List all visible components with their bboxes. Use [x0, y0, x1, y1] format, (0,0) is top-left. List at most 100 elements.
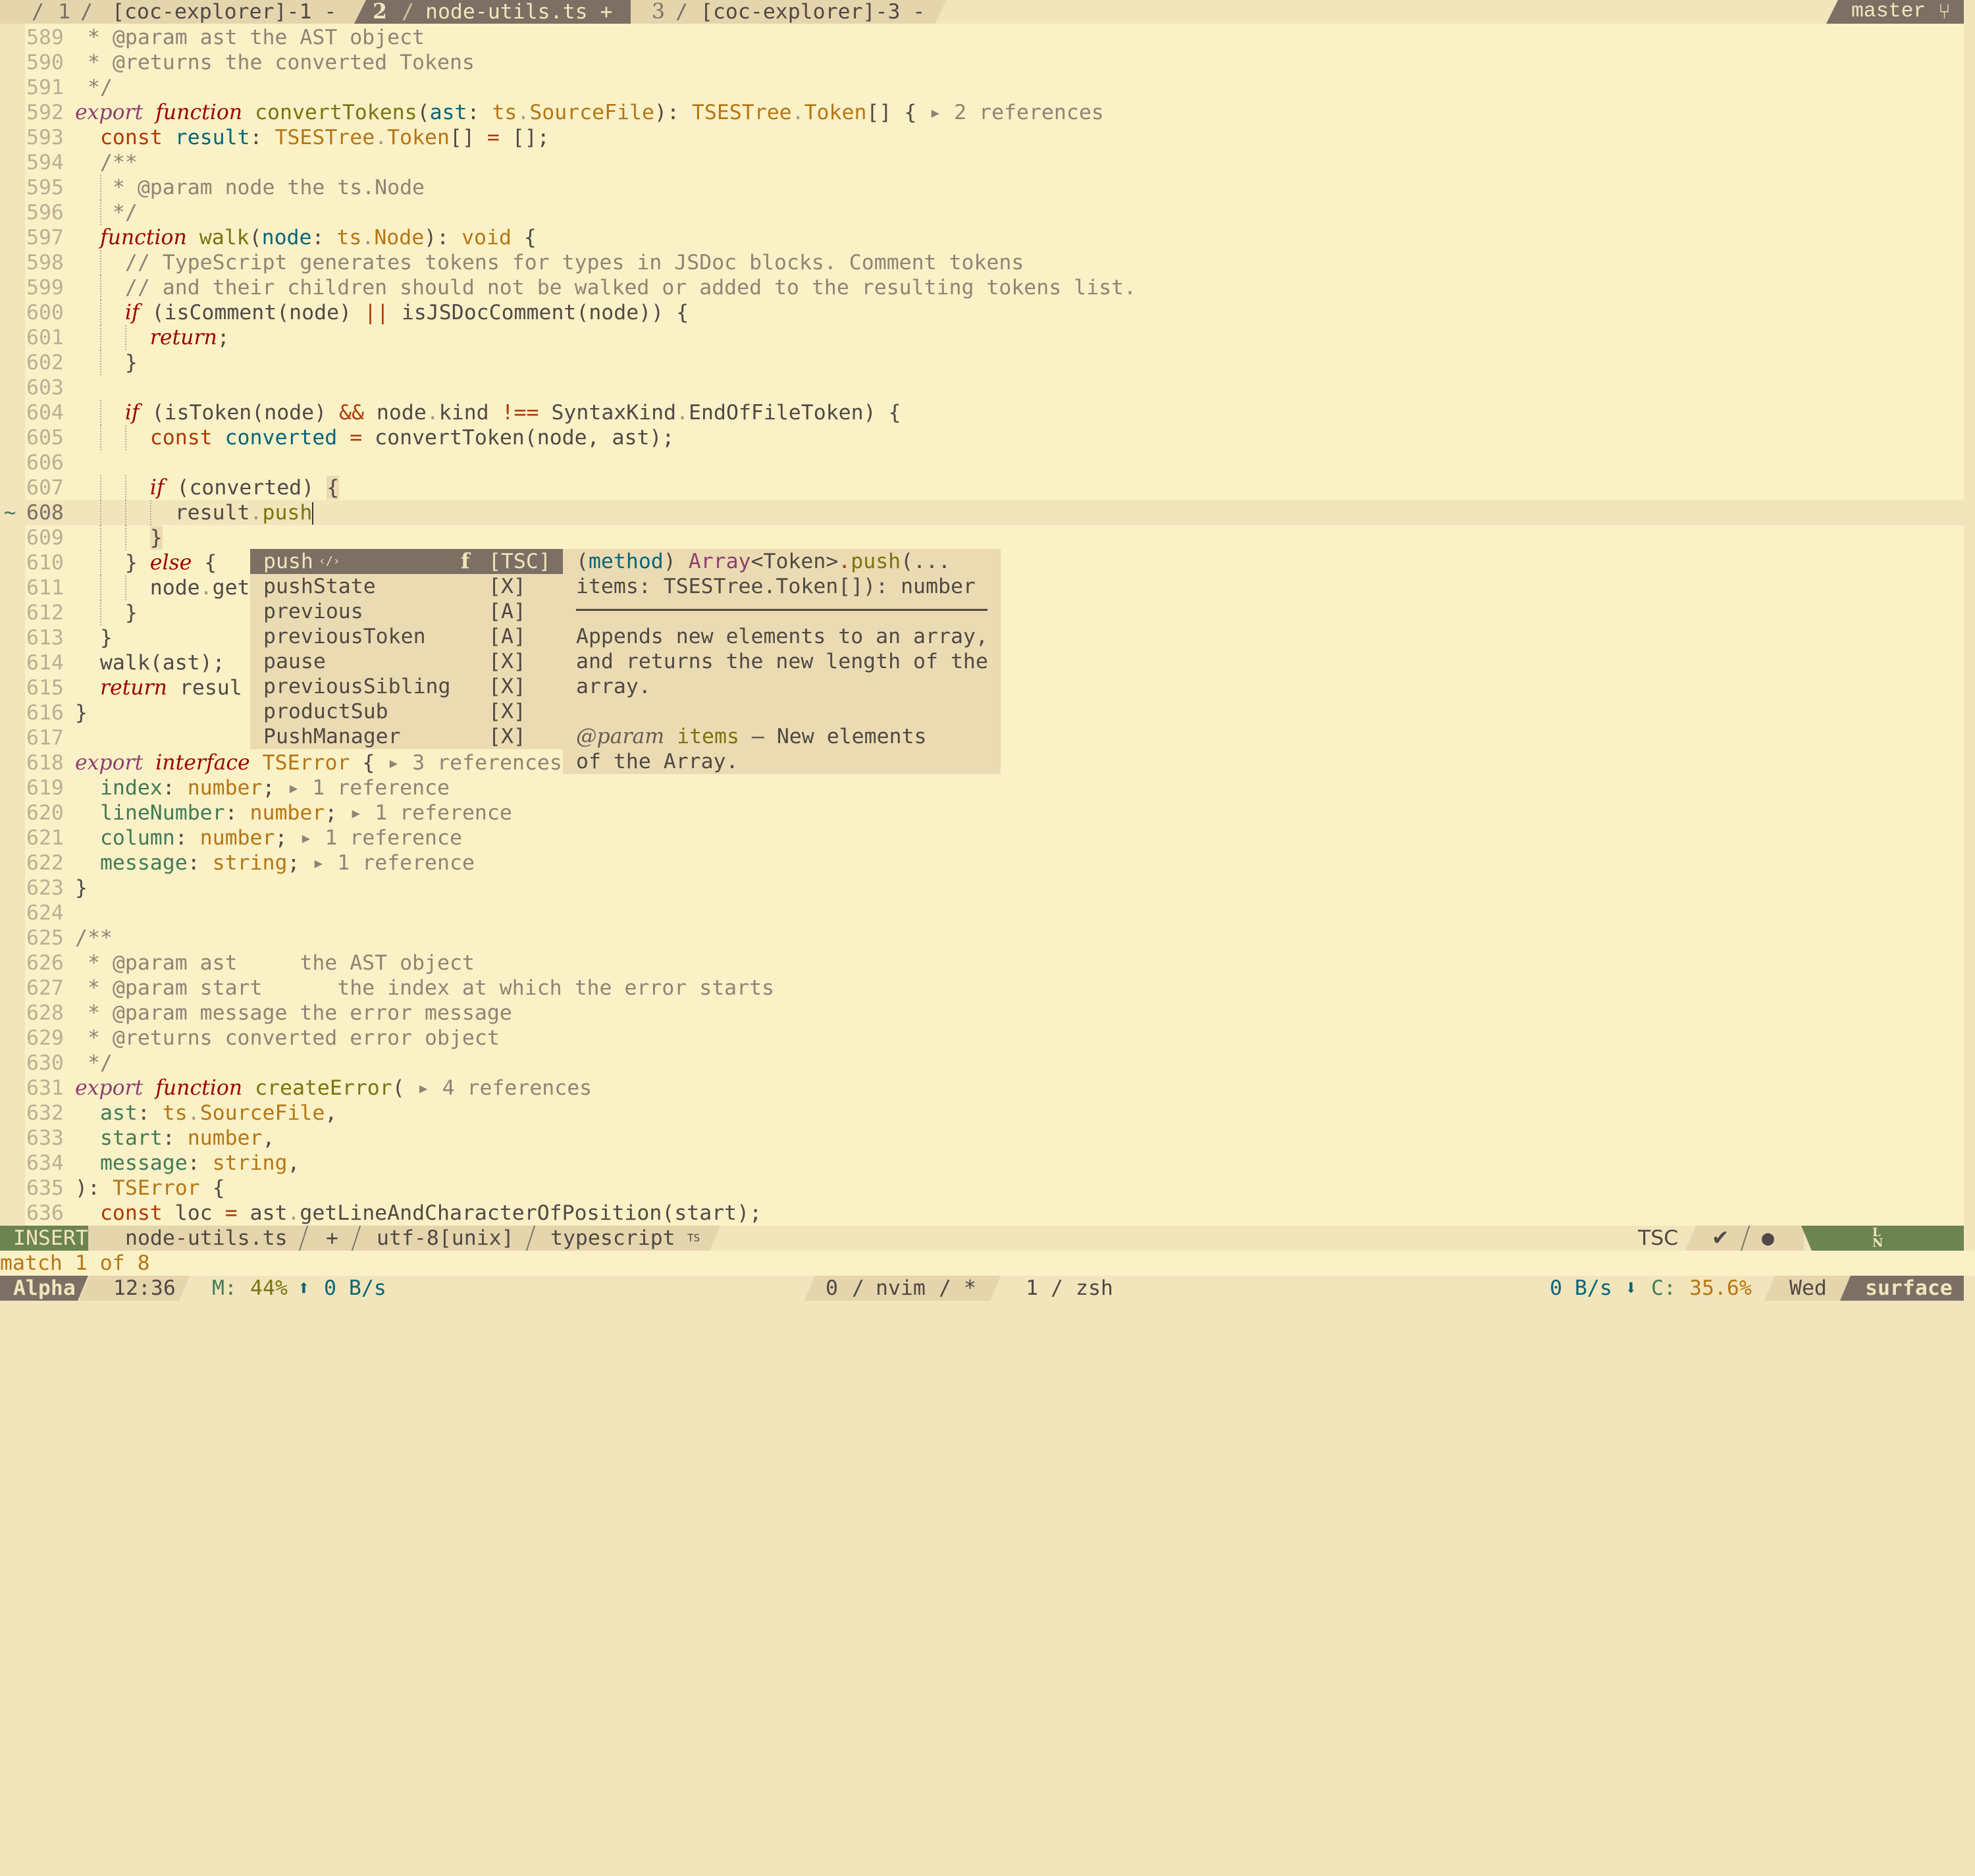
window-1-index[interactable]: 1 [1026, 1276, 1038, 1301]
download-rate: 0 B/s [1550, 1276, 1612, 1300]
code-line[interactable]: 624 [25, 900, 1964, 925]
code-line[interactable]: 595 * @param node the ts.Node [25, 175, 1964, 200]
git-branch-icon: ⑂ [1938, 0, 1951, 24]
completion-item[interactable]: previousToken [A] [250, 624, 563, 649]
completion-item[interactable]: previous [A] [250, 599, 563, 624]
completion-item[interactable]: productSub [X] [250, 699, 563, 724]
git-modified-sign: ~ [3, 501, 16, 525]
completion-item[interactable]: push ‹/› f [TSC] [250, 549, 563, 574]
tab-1-number[interactable]: 1 [58, 0, 70, 24]
code-line[interactable]: 589 * @param ast the AST object [25, 25, 1964, 50]
code-line[interactable]: 605 const converted = convertToken(node,… [25, 425, 1964, 450]
upload-icon: ⬆ [298, 1276, 310, 1300]
command-line[interactable]: match 1 of 8 [0, 1251, 1975, 1276]
code-line[interactable]: 601 return; [25, 325, 1964, 350]
code-line[interactable]: 634 message: string, [25, 1151, 1964, 1176]
line-number: 613 [26, 626, 64, 650]
code-text: * @param ast the AST object [75, 26, 425, 49]
code-text: * @returns the converted Tokens [75, 51, 475, 74]
code-line[interactable]: 604 if (isToken(node) && node.kind !== S… [25, 400, 1964, 425]
scrollbar[interactable] [1964, 24, 1975, 1226]
code-line[interactable]: 619 index: number; ▸ 1 reference [25, 775, 1964, 800]
codelens-hint[interactable]: ▸ 1 reference [287, 776, 450, 800]
line-number: 603 [26, 376, 64, 400]
code-line[interactable]: 599 // and their children should not be … [25, 275, 1964, 300]
code-line[interactable]: 626 * @param ast the AST object [25, 951, 1964, 976]
codelens-hint[interactable]: ▸ 4 references [417, 1076, 592, 1100]
code-line[interactable]: 623} [25, 875, 1964, 900]
completion-word: productSub [263, 700, 388, 723]
window-1-name[interactable]: zsh [1076, 1276, 1113, 1301]
window-0-index[interactable]: 0 [826, 1276, 838, 1301]
completion-word: PushManager [263, 725, 401, 748]
code-line[interactable]: 597 function walk(node: ts.Node): void { [25, 225, 1964, 250]
window-0-name[interactable]: nvim [876, 1276, 926, 1301]
code-line[interactable]: 635): TSError { [25, 1176, 1964, 1201]
check-icon: ✔ [1712, 1226, 1729, 1250]
code-text: export function convertTokens(ast: ts.So… [75, 101, 1104, 124]
doc-description-line: and returns the new length of the [576, 650, 988, 673]
doc-signature-params: items: TSESTree.Token[]): number [576, 575, 976, 598]
code-line[interactable]: 628 * @param message the error message [25, 1001, 1964, 1026]
code-line[interactable]: 633 start: number, [25, 1126, 1964, 1151]
editor-buffer[interactable]: 589 * @param ast the AST object 590 * @re… [0, 24, 1975, 1226]
completion-menu[interactable]: push ‹/› f [TSC] pushState [X] previous [A] prev… [250, 549, 563, 749]
tab-3-number[interactable]: 3 [652, 0, 665, 24]
code-text: * @param ast the AST object [75, 951, 475, 975]
tab-3-label[interactable]: [coc-explorer]-3 - [700, 0, 925, 24]
code-line[interactable]: 592 export function convertTokens(ast: ts… [25, 100, 1964, 125]
code-line[interactable]: 631 export function createError( ▸ 4 refe… [25, 1076, 1964, 1101]
code-line[interactable]: 594 /** [25, 150, 1964, 175]
typescript-icon: TS [687, 1232, 700, 1244]
completion-item[interactable]: previousSibling [X] [250, 674, 563, 699]
line-number: 624 [26, 901, 64, 925]
code-line[interactable]: 607 if (converted) { [25, 475, 1964, 500]
code-text: function walk(node: ts.Node): void { [99, 226, 537, 249]
code-line[interactable]: 603 [25, 375, 1964, 400]
code-line[interactable]: 632 ast: ts.SourceFile, [25, 1101, 1964, 1126]
code-text: export function createError( ▸ 4 referen… [75, 1076, 592, 1100]
line-number: 604 [26, 401, 64, 425]
code-line[interactable]: 596 */ [25, 200, 1964, 225]
code-line[interactable]: 591 */ [25, 75, 1964, 100]
code-line[interactable]: 602 } [25, 350, 1964, 375]
code-line[interactable]: 598 // TypeScript generates tokens for t… [25, 250, 1964, 275]
code-line[interactable]: 590 * @returns the converted Tokens [25, 50, 1964, 75]
code-line[interactable]: 620 lineNumber: number; ▸ 1 reference [25, 800, 1964, 825]
tmux-session[interactable]: Alpha [0, 1276, 88, 1301]
tab-2-number[interactable]: 2 [373, 0, 387, 24]
completion-item[interactable]: PushManager [X] [250, 724, 563, 749]
codelens-hint[interactable]: ▸ 1 reference [350, 801, 512, 825]
tab-1-label[interactable]: [coc-explorer]-1 - [112, 0, 336, 24]
code-line[interactable]: 606 [25, 450, 1964, 475]
line-number: 623 [26, 876, 64, 900]
line-number: 598 [26, 251, 64, 274]
code-text: * @param message the error message [75, 1001, 512, 1025]
code-line[interactable]: 621 column: number; ▸ 1 reference [25, 825, 1964, 850]
cursor-position-segment: 89% LN 608:20 [1801, 1226, 1964, 1251]
code-line[interactable]: 627 * @param start the index at which th… [25, 976, 1964, 1001]
completion-item[interactable]: pause [X] [250, 649, 563, 674]
codelens-hint[interactable]: ▸ 1 reference [300, 826, 462, 850]
code-line[interactable]: 629 * @returns converted error object [25, 1026, 1964, 1051]
line-number: 594 [26, 151, 64, 174]
code-line[interactable]: 625 /** [25, 925, 1964, 951]
code-line[interactable]: 622 message: string; ▸ 1 reference [25, 850, 1964, 875]
line-number: 593 [26, 126, 64, 149]
code-line[interactable]: 593 const result: TSESTree.Token[] = []; [25, 125, 1964, 150]
codelens-hint[interactable]: ▸ 1 reference [312, 851, 475, 875]
code-line[interactable]: 636 const loc = ast.getLineAndCharacterO… [25, 1201, 1964, 1226]
line-number: 632 [26, 1101, 64, 1125]
tabline: V / 1 / [coc-explorer]-1 - 2 / node-util… [0, 0, 1975, 24]
codelens-hint[interactable]: ▸ 2 references [929, 101, 1104, 124]
statusline: INSERT node-utils.ts + utf-8[unix] types… [0, 1226, 1975, 1251]
code-text: node.get [75, 576, 250, 600]
tab-2-label[interactable]: node-utils.ts + [425, 0, 612, 24]
code-line[interactable]: 630 */ [25, 1051, 1964, 1076]
line-number: 591 [26, 76, 64, 99]
completion-item[interactable]: pushState [X] [250, 574, 563, 599]
code-line[interactable]: 609 } [25, 525, 1964, 550]
filetype: typescript [550, 1226, 675, 1250]
code-line[interactable]: ~608 result.push [4, 500, 1964, 525]
code-line[interactable]: 600 if (isComment(node) || isJSDocCommen… [25, 300, 1964, 325]
